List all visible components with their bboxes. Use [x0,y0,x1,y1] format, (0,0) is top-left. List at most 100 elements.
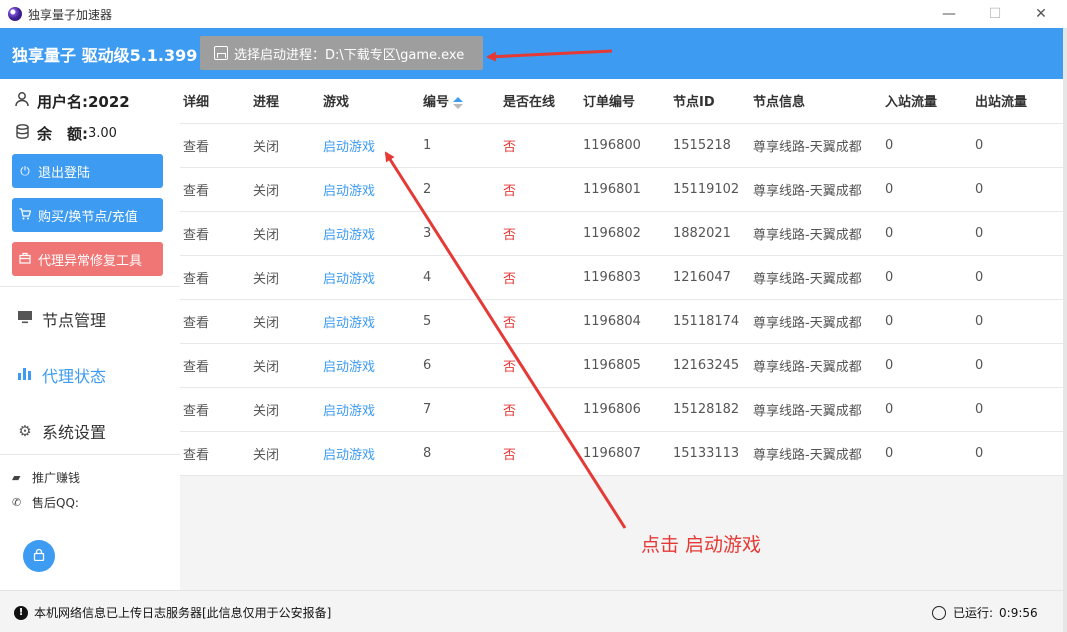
cell-node-id: 15133113 [670,431,750,476]
col-header-game: 游戏 [320,79,420,124]
table-row: 查看 关闭 启动游戏 8 否 1196807 15133113 尊享线路-天翼成都 0 0 [180,431,1063,476]
cell-order-number: 1196804 [580,299,670,344]
cell-detail-link[interactable]: 查看 [180,255,250,300]
cell-node-info: 尊享线路-天翼成都 [750,299,882,344]
col-header-node-id: 节点ID [670,79,750,124]
cell-inbound-traffic: 0 [882,167,972,212]
cell-launch-game-link[interactable]: 启动游戏 [320,387,420,432]
balance-row: 余 额: 3.00 [14,123,117,144]
sort-icon[interactable] [453,96,464,109]
status-message: ! 本机网络信息已上传日志服务器[此信息仅用于公安报备] [14,604,331,621]
cell-inbound-traffic: 0 [882,211,972,256]
col-header-number[interactable]: 编号 [420,79,500,124]
cell-detail-link[interactable]: 查看 [180,431,250,476]
cell-launch-game-link[interactable]: 启动游戏 [320,255,420,300]
cell-inbound-traffic: 0 [882,343,972,388]
cell-detail-link[interactable]: 查看 [180,211,250,256]
support-qq: ✆ 售后QQ: [12,494,79,511]
cell-order-number: 1196806 [580,387,670,432]
table-row: 查看 关闭 启动游戏 5 否 1196804 15118174 尊享线路-天翼成都 0 0 [180,299,1063,344]
cell-number: 8 [420,431,500,476]
select-process-button[interactable]: 选择启动进程：D:\下载专区\game.exe [200,36,483,70]
runtime-value: 0:9:56 [999,605,1038,620]
cell-order-number: 1196800 [580,123,670,168]
minimize-button[interactable]: — [926,0,972,28]
cell-launch-game-link[interactable]: 启动游戏 [320,167,420,212]
nav-proxy-status[interactable]: 代理状态 [16,363,106,387]
nav-system-settings-label: 系统设置 [42,423,107,442]
nav-system-settings[interactable]: ⚙ 系统设置 [16,419,106,443]
cell-node-id: 12163245 [670,343,750,388]
cell-process-close[interactable]: 关闭 [250,387,320,432]
repair-tool-button[interactable]: 代理异常修复工具 [12,242,163,276]
cell-launch-game-link[interactable]: 启动游戏 [320,211,420,256]
table-row: 查看 关闭 启动游戏 2 否 1196801 15119102 尊享线路-天翼成都 0 0 [180,167,1063,212]
cell-number: 5 [420,299,500,344]
save-icon [214,46,228,60]
sidebar: 用户名:2022 余 额: 3.00 ⏻ 退出登陆 购买/换节点/充值 代理异常… [0,79,180,590]
col-header-number-label: 编号 [423,95,450,111]
cell-node-id: 1882021 [670,211,750,256]
cell-launch-game-link[interactable]: 启动游戏 [320,299,420,344]
maximize-button[interactable]: ☐ [972,0,1018,28]
app-logo-icon [8,7,22,21]
cell-detail-link[interactable]: 查看 [180,299,250,344]
sidebar-divider-2 [0,454,180,455]
lock-icon [33,548,45,564]
nav-proxy-status-label: 代理状态 [42,367,107,386]
sidebar-divider [0,286,180,287]
bar-chart-icon [16,366,34,384]
buy-button[interactable]: 购买/换节点/充值 [12,198,163,232]
cell-detail-link[interactable]: 查看 [180,123,250,168]
support-qq-label: 售后QQ: [32,496,79,510]
stopwatch-icon [932,605,946,620]
cell-process-close[interactable]: 关闭 [250,431,320,476]
logout-button[interactable]: ⏻ 退出登陆 [12,154,163,188]
cell-outbound-traffic: 0 [972,167,1063,212]
cell-detail-link[interactable]: 查看 [180,343,250,388]
cell-process-close[interactable]: 关闭 [250,343,320,388]
cell-process-close[interactable]: 关闭 [250,123,320,168]
cell-online-status: 否 [500,211,580,256]
cell-node-id: 1515218 [670,123,750,168]
table-row: 查看 关闭 启动游戏 3 否 1196802 1882021 尊享线路-天翼成都 0 0 [180,211,1063,256]
table-row: 查看 关闭 启动游戏 7 否 1196806 15128182 尊享线路-天翼成都 0 0 [180,387,1063,432]
cell-detail-link[interactable]: 查看 [180,387,250,432]
close-button[interactable]: ✕ [1018,0,1064,28]
app-header: 独享量子 驱动级5.1.399 选择启动进程：D:\下载专区\game.exe [0,28,1063,79]
cell-node-info: 尊享线路-天翼成都 [750,431,882,476]
window-right-edge [1063,28,1067,632]
nav-node-management[interactable]: 节点管理 [16,307,106,331]
table-row: 查看 关闭 启动游戏 6 否 1196805 12163245 尊享线路-天翼成都 0 0 [180,343,1063,388]
cell-node-info: 尊享线路-天翼成都 [750,123,882,168]
cell-node-info: 尊享线路-天翼成都 [750,387,882,432]
cell-online-status: 否 [500,299,580,344]
cell-detail-link[interactable]: 查看 [180,167,250,212]
cell-launch-game-link[interactable]: 启动游戏 [320,123,420,168]
cell-order-number: 1196805 [580,343,670,388]
cell-node-id: 1216047 [670,255,750,300]
cell-outbound-traffic: 0 [972,387,1063,432]
cart-icon [18,207,32,223]
cell-process-close[interactable]: 关闭 [250,299,320,344]
cell-node-id: 15119102 [670,167,750,212]
logout-label: 退出登陆 [38,165,91,181]
phone-icon: ✆ [12,496,22,509]
proxy-table: 详细 进程 游戏 编号 是否在线 订单编号 节点ID 节点信息 入站流量 出站流… [180,79,1063,476]
cell-process-close[interactable]: 关闭 [250,255,320,300]
cell-inbound-traffic: 0 [882,123,972,168]
cell-online-status: 否 [500,255,580,300]
cell-launch-game-link[interactable]: 启动游戏 [320,431,420,476]
cell-process-close[interactable]: 关闭 [250,211,320,256]
select-process-label: 选择启动进程：D:\下载专区\game.exe [234,47,465,63]
cell-process-close[interactable]: 关闭 [250,167,320,212]
toolbox-icon [18,252,32,267]
promo-link[interactable]: ▰ 推广赚钱 [12,469,80,486]
cell-outbound-traffic: 0 [972,343,1063,388]
lock-button[interactable] [23,540,55,572]
cell-launch-game-link[interactable]: 启动游戏 [320,343,420,388]
annotation-text: 点击 启动游戏 [641,534,762,556]
repair-tool-label: 代理异常修复工具 [38,253,143,269]
promo-label: 推广赚钱 [32,471,81,485]
cell-online-status: 否 [500,123,580,168]
